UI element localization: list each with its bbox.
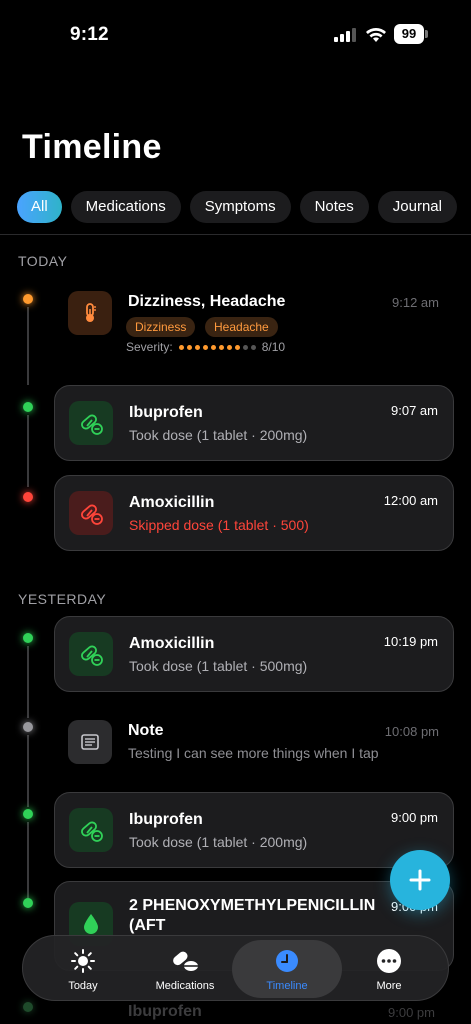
medication-entry-ibuprofen[interactable]: Ibuprofen Took dose (1 tablet · 200mg) 9… [54,792,454,868]
nav-label: Today [68,980,98,992]
medication-dose: Took dose (1 tablet · 200mg) [129,427,308,443]
medication-title: Amoxicillin [129,494,215,511]
pill-icon [69,401,113,445]
severity-indicator: Severity: 8/10 [126,340,285,354]
medication-title: 2 PHENOXYMETHYLPENICILLIN [129,897,376,914]
timeline-line [27,822,29,898]
clock-icon [276,950,298,972]
partial-medication-title: Ibuprofen [128,1003,202,1020]
cellular-signal-icon [334,28,358,42]
pills-icon [173,951,198,971]
symptom-time: 9:12 am [392,295,439,310]
bottom-nav: Today Medications Timeline More [22,935,449,1001]
note-entry[interactable]: Note Testing I can see more things when … [54,714,454,774]
thermometer-icon [68,291,112,335]
symptom-chip: Headache [205,317,278,337]
status-bar: 9:12 99 [0,0,471,60]
medication-title: Amoxicillin [129,635,215,652]
severity-dots [178,344,256,350]
timeline-dot-medication [21,631,35,645]
severity-label: Severity: [126,340,173,354]
timeline-line [27,735,29,807]
symptom-entry[interactable]: Dizziness, Headache 9:12 am Dizziness He… [54,283,454,363]
pill-icon [69,808,113,852]
wifi-icon [366,28,386,42]
sun-icon [71,949,95,973]
pill-icon [69,491,113,535]
medication-time: 12:00 am [383,493,438,508]
medication-title: Ibuprofen [129,404,203,421]
nav-label: More [376,980,402,992]
filter-tab-notes[interactable]: Notes [299,191,369,223]
more-icon [377,949,401,973]
medication-dose: Took dose (1 tablet · 500mg) [129,658,308,674]
timeline-dot-note [21,720,35,734]
timeline-line [27,307,29,385]
filter-tabs: All Medications Symptoms Notes Journal [17,191,457,223]
timeline-dot-medication [21,400,35,414]
section-label-today: TODAY [18,253,68,269]
timeline-dot-skipped [21,490,35,504]
medication-entry-ibuprofen[interactable]: Ibuprofen Took dose (1 tablet · 200mg) 9… [54,385,454,461]
nav-today[interactable]: Today [28,940,138,998]
note-time: 10:08 pm [384,724,439,739]
status-time: 9:12 [70,24,109,45]
nav-medications[interactable]: Medications [130,940,240,998]
divider [0,234,471,235]
plus-icon [409,869,431,891]
nav-label: Medications [155,980,215,992]
page-title: Timeline [22,128,162,166]
nav-timeline[interactable]: Timeline [232,940,342,998]
symptom-chip: Dizziness [126,317,196,337]
filter-tab-medications[interactable]: Medications [70,191,181,223]
timeline-dot-medication [21,1000,35,1014]
filter-tab-all[interactable]: All [17,191,62,223]
medication-time: 10:19 pm [383,634,438,649]
medication-time: 9:07 am [391,403,438,418]
battery-icon: 99 [394,24,428,44]
partial-medication-time: 9:00 pm [388,1005,435,1020]
medication-title-continued: (AFT [129,917,166,934]
battery-level: 99 [394,24,424,44]
note-text: Testing I can see more things when I tap [128,745,379,761]
medication-entry-amoxicillin[interactable]: Amoxicillin Took dose (1 tablet · 500mg)… [54,616,454,692]
symptom-title: Dizziness, Headache [128,293,286,310]
timeline-dot-symptom [21,292,35,306]
section-label-yesterday: YESTERDAY [18,591,107,607]
nav-label: Timeline [266,980,308,992]
medication-dose: Took dose (1 tablet · 200mg) [129,834,308,850]
severity-value: 8/10 [261,340,286,354]
timeline-line [27,415,29,487]
filter-tab-journal[interactable]: Journal [377,191,457,223]
timeline-dot-medication [21,807,35,821]
medication-time: 9:00 pm [391,810,438,825]
add-entry-button[interactable] [390,850,450,910]
medication-dose: Skipped dose (1 tablet · 500) [129,517,309,533]
nav-more[interactable]: More [334,940,444,998]
note-icon [68,720,112,764]
timeline-line [27,646,29,718]
timeline-dot-medication [21,896,35,910]
medication-entry-amoxicillin-skipped[interactable]: Amoxicillin Skipped dose (1 tablet · 500… [54,475,454,551]
filter-tab-symptoms[interactable]: Symptoms [189,191,291,223]
note-title: Note [128,722,164,739]
medication-title: Ibuprofen [129,811,203,828]
pill-icon [69,632,113,676]
